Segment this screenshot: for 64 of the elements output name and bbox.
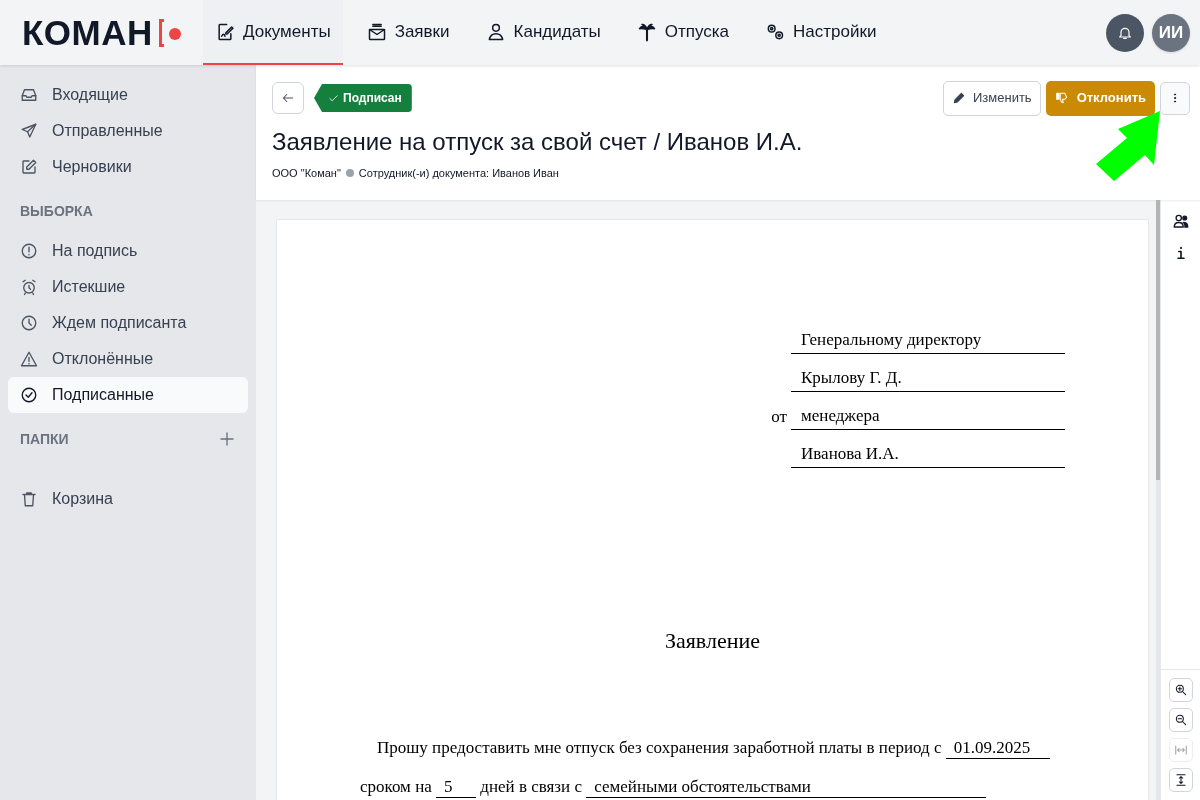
- alert-circle-icon: [20, 242, 38, 260]
- trash-icon: [20, 490, 38, 508]
- document-title: Заявление на отпуск за свой счет / Иванов И.А.: [272, 127, 804, 157]
- fill-in-field: 01.09.2025: [945, 738, 1051, 759]
- zoom-out-icon: [1173, 713, 1188, 727]
- alarm-clock-icon: [20, 278, 38, 296]
- addressee-label: от: [771, 405, 787, 428]
- zoom-out-button[interactable]: [1168, 708, 1193, 732]
- fit-height-icon: [1173, 773, 1188, 787]
- nav-tab[interactable]: Настройки: [753, 0, 889, 65]
- annotation-arrow-drawing: [1094, 109, 1162, 181]
- addressee-field: менеджера: [791, 402, 1065, 430]
- people-icon[interactable]: [1171, 212, 1190, 230]
- sidebar-item[interactable]: Корзина: [8, 481, 248, 517]
- warning-icon: [20, 350, 38, 368]
- add-icon[interactable]: [218, 430, 236, 448]
- document-employees: Сотрудник(-и) документа: Иванов Иван: [358, 166, 559, 181]
- zoom-in-button[interactable]: [1168, 678, 1193, 702]
- nav-tab[interactable]: Отпуска: [624, 0, 741, 65]
- nav-tab[interactable]: Документы: [203, 0, 343, 65]
- status-badge: Подписан: [314, 84, 412, 112]
- sidebar-item[interactable]: Подписанные: [8, 377, 248, 413]
- document-heading: Заявление: [664, 628, 761, 654]
- logo-mark-icon: [156, 17, 183, 48]
- fit-height-button[interactable]: [1168, 768, 1193, 792]
- section-heading: ВЫБОРКА: [20, 201, 93, 221]
- user-avatar[interactable]: ИИ: [1152, 13, 1190, 52]
- sidebar-item[interactable]: На подпись: [8, 233, 248, 269]
- logo-text: КОМАН: [22, 15, 153, 50]
- document-pen-icon: [215, 21, 235, 42]
- nav-tab[interactable]: Кандидаты: [473, 0, 613, 65]
- arrow-left-icon: [281, 91, 295, 105]
- edit-button[interactable]: Изменить: [943, 80, 1041, 116]
- addressee-field: Иванова И.А.: [791, 440, 1065, 468]
- clock-icon: [20, 314, 38, 332]
- check-circle-icon: [20, 386, 38, 404]
- tray-icon: [20, 86, 38, 104]
- sidebar-item[interactable]: Черновики: [8, 149, 248, 185]
- statement-text: сроком на: [360, 777, 433, 798]
- palm-tree-icon: [636, 21, 657, 42]
- fill-in-field: 5: [436, 777, 477, 798]
- nav-tab[interactable]: Заявки: [354, 0, 462, 65]
- notifications-button[interactable]: [1106, 13, 1144, 52]
- statement-text: дней в связи с: [479, 777, 583, 798]
- addressee-field: Генеральному директору: [791, 326, 1065, 354]
- sidebar-item[interactable]: Истекшие: [8, 269, 248, 305]
- paper-plane-icon: [20, 122, 38, 140]
- scrollbar-thumb[interactable]: [1156, 200, 1160, 480]
- addressee-field: Крылову Г. Д.: [791, 364, 1065, 392]
- sidebar-item[interactable]: Ждем подписанта: [8, 305, 248, 341]
- sidebar-item[interactable]: Отправленные: [8, 113, 248, 149]
- statement-text: Прошу предоставить мне отпуск без сохранения заработной платы в период с: [377, 738, 943, 759]
- zoom-in-icon: [1173, 683, 1188, 697]
- sidebar-item[interactable]: Входящие: [8, 77, 248, 113]
- edit-icon: [20, 158, 38, 176]
- fit-width-icon: [1173, 743, 1188, 757]
- sidebar-item[interactable]: Отклонённые: [8, 341, 248, 377]
- check-icon: [328, 92, 339, 104]
- thumbs-down-icon: [1054, 91, 1069, 105]
- section-heading: ПАПКИ: [20, 429, 69, 449]
- envelope-icon: [366, 21, 387, 42]
- organization-name: ООО "Коман": [272, 166, 341, 181]
- pencil-icon: [952, 91, 966, 105]
- fill-in-field: семейными обстоятельствами: [586, 777, 986, 798]
